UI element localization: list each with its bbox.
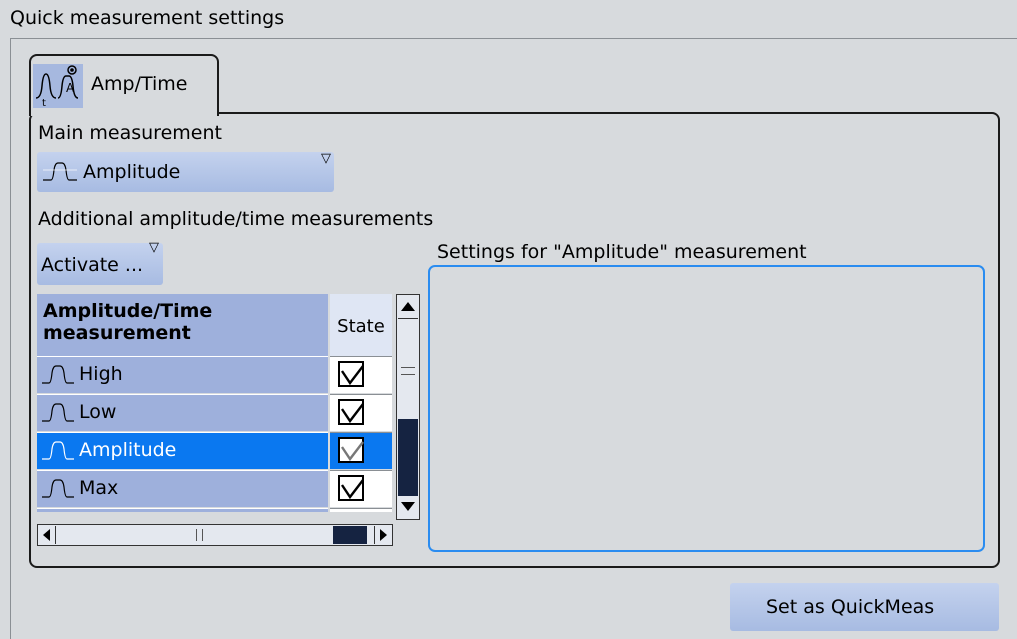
state-cell[interactable]	[330, 508, 392, 512]
table-row[interactable]: Max	[37, 470, 328, 507]
set-as-quickmeas-button[interactable]: Set as QuickMeas	[730, 583, 999, 631]
settings-title: Settings for "Amplitude" measurement	[437, 241, 807, 263]
table-row[interactable]: High	[37, 356, 328, 393]
main-measurement-label: Main measurement	[38, 122, 222, 144]
arrow-right-icon	[380, 529, 387, 541]
state-cell[interactable]	[330, 356, 392, 393]
state-checkbox[interactable]	[338, 361, 364, 387]
chevron-down-icon: ▽	[149, 240, 159, 255]
checkmark-icon	[341, 403, 364, 424]
additional-measurements-label: Additional amplitude/time measurements	[38, 208, 434, 230]
settings-panel	[428, 265, 985, 552]
measurement-name: High	[79, 363, 123, 385]
measurement-name: Amplitude	[79, 439, 177, 461]
tab-label: Amp/Time	[91, 73, 188, 95]
scroll-up-button[interactable]	[398, 296, 418, 319]
table-row[interactable]: Low	[37, 394, 328, 431]
amp-time-icon: t A	[33, 64, 83, 109]
state-cell[interactable]	[330, 432, 392, 469]
table-row[interactable]: Amplitude	[37, 432, 328, 469]
scroll-left-button[interactable]	[39, 526, 56, 544]
state-cell[interactable]	[330, 470, 392, 507]
scroll-grip-icon	[196, 529, 203, 541]
state-checkbox[interactable]	[338, 437, 364, 463]
vertical-scroll-thumb[interactable]	[398, 419, 418, 496]
table-row[interactable]: Min	[37, 508, 328, 512]
main-measurement-value: Amplitude	[83, 161, 181, 183]
svg-text:A: A	[66, 81, 75, 95]
state-checkbox[interactable]	[338, 475, 364, 501]
arrow-left-icon	[43, 529, 50, 541]
chevron-down-icon: ▽	[321, 151, 331, 166]
scroll-down-button[interactable]	[398, 494, 418, 517]
activate-button[interactable]: Activate ... ▽	[37, 240, 163, 285]
checkmark-icon	[341, 441, 364, 462]
checkmark-icon	[341, 365, 364, 386]
measurement-name: Max	[79, 477, 119, 499]
horizontal-scroll-thumb[interactable]	[333, 526, 367, 544]
measurement-name: Low	[79, 401, 117, 423]
amplitude-waveform-icon	[40, 361, 76, 389]
arrow-down-icon	[401, 502, 415, 511]
state-cell[interactable]	[330, 394, 392, 431]
amplitude-waveform-icon	[41, 158, 79, 190]
measurement-table: High Low Amplitude Max Min	[37, 294, 392, 512]
checkmark-icon	[341, 479, 364, 500]
scroll-grip-icon	[401, 367, 415, 375]
amplitude-waveform-icon	[40, 475, 76, 503]
amplitude-waveform-icon	[40, 437, 76, 465]
set-as-quickmeas-label: Set as QuickMeas	[766, 596, 935, 618]
svg-text:t: t	[42, 98, 46, 108]
amplitude-waveform-icon	[40, 399, 76, 427]
state-checkbox[interactable]	[338, 399, 364, 425]
scroll-right-button[interactable]	[374, 526, 391, 544]
arrow-up-icon	[401, 302, 415, 311]
main-measurement-dropdown[interactable]: Amplitude ▽	[37, 151, 334, 192]
panel-title: Quick measurement settings	[10, 7, 285, 29]
activate-label: Activate ...	[41, 254, 144, 276]
